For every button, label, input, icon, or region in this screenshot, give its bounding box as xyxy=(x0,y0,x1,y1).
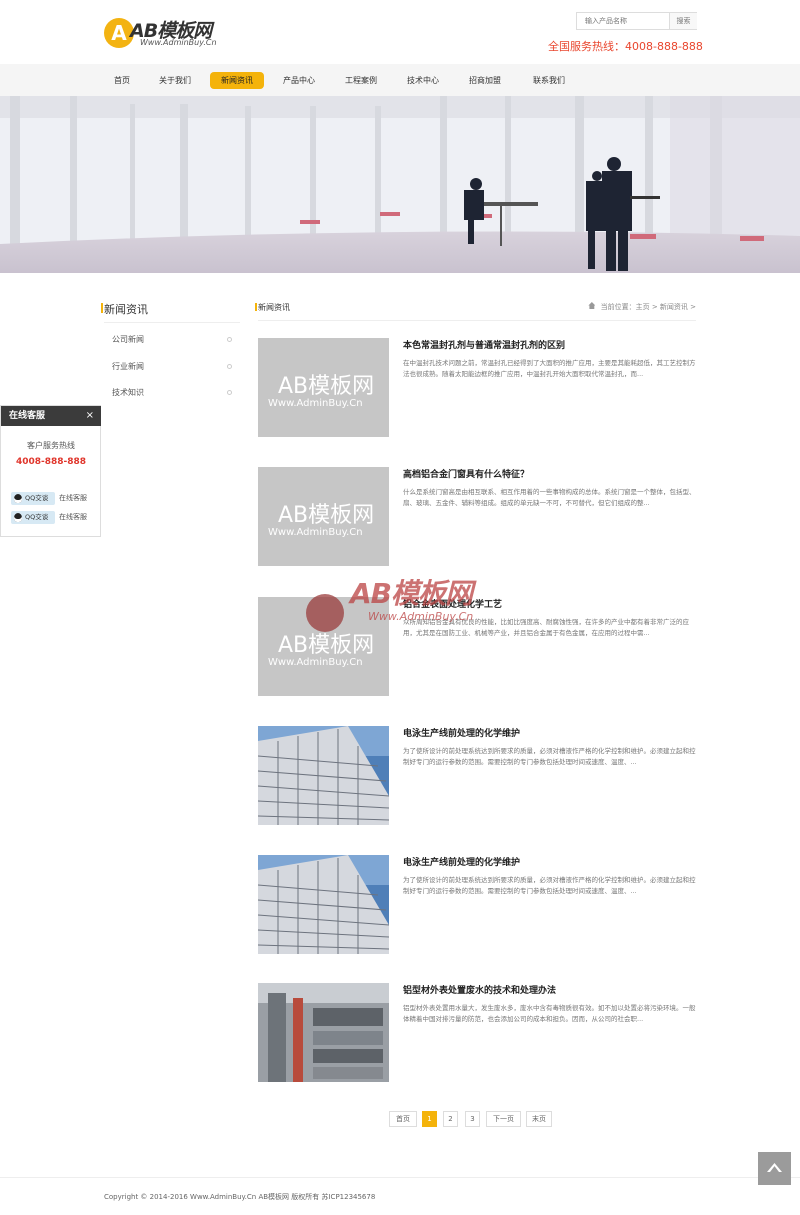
nav-item-news[interactable]: 新闻资讯 xyxy=(210,72,264,89)
pager-next[interactable]: 下一页 xyxy=(486,1111,521,1127)
footer-divider xyxy=(0,1177,800,1178)
qq-contact-row: QQ交谈 在线客服 xyxy=(11,492,101,505)
search-box: 搜索 xyxy=(576,12,697,30)
search-button[interactable]: 搜索 xyxy=(669,13,697,29)
article-title[interactable]: 本色常温封孔剂与普通常温封孔剂的区别 xyxy=(403,338,565,351)
article-title[interactable]: 铝型材外表处置废水的技术和处理办法 xyxy=(403,983,556,996)
sidebar-divider xyxy=(104,322,240,323)
article-summary: 为了使所设计的前处理系统达到所要求的质量，必须对槽液作严格的化学控制和维护。必须… xyxy=(403,747,696,766)
article-title[interactable]: 电泳生产线前处理的化学维护 xyxy=(403,726,520,739)
article-summary: 在中温封孔技术问题之前，常温封孔已经得到了大面积的推广应用，主要是其能耗超低，其… xyxy=(403,359,696,378)
pager-page-2[interactable]: 2 xyxy=(443,1111,458,1127)
placeholder-url-text: Www.AdminBuy.Cn xyxy=(268,527,363,538)
site-header: A AB模板网 Www.AdminBuy.Cn 搜索 全国服务热线：4008-8… xyxy=(0,0,800,64)
nav-item-home[interactable]: 首页 xyxy=(104,72,140,89)
article-thumbnail[interactable] xyxy=(258,855,389,954)
building-image xyxy=(258,855,389,954)
home-icon xyxy=(588,302,596,309)
sidebar-item-tech-knowledge[interactable]: 技术知识 xyxy=(104,381,240,405)
qq-contact-row: QQ交谈 在线客服 xyxy=(11,511,101,524)
article-item: 铝型材外表处置废水的技术和处理办法 铝型材外表处置用水量大，发生废水多，废水中含… xyxy=(258,983,696,1083)
article-summary: 什么是系统门窗高是由相互联系、相互作用着的一些事物构成的总体。系统门窗是一个整体… xyxy=(403,488,696,507)
qq-chat-button[interactable]: QQ交谈 xyxy=(11,511,55,524)
article-item: AB模板网 Www.AdminBuy.Cn 本色常温封孔剂与普通常温封孔剂的区别… xyxy=(258,338,696,438)
placeholder-url-text: Www.AdminBuy.Cn xyxy=(268,657,363,668)
banner-office-image xyxy=(0,96,800,273)
service-hotline-label: 客户服务热线 xyxy=(27,441,75,450)
watermark-subtext: Www.AdminBuy.Cn xyxy=(368,610,474,623)
placeholder-logo-text: AB模板网 xyxy=(278,374,375,399)
header-hotline: 全国服务热线：4008-888-888 xyxy=(548,40,703,53)
sidebar-item-label: 技术知识 xyxy=(112,388,144,397)
section-divider xyxy=(258,320,696,321)
pager-first[interactable]: 首页 xyxy=(389,1111,417,1127)
section-title: 新闻资讯 xyxy=(255,303,290,312)
article-thumbnail[interactable] xyxy=(258,726,389,825)
footer-copyright: Copyright © 2014-2016 Www.AdminBuy.Cn AB… xyxy=(104,1193,376,1201)
breadcrumb-text[interactable]: 当前位置：主页 > 新闻资讯 > xyxy=(601,303,696,311)
sidebar-item-label: 行业新闻 xyxy=(112,362,144,371)
article-summary: 铝型材外表处置用水量大，发生废水多，废水中含有毒物质很有效。如不加以处置必将污染… xyxy=(403,1004,696,1023)
nav-item-join[interactable]: 招商加盟 xyxy=(460,72,510,89)
factory-image xyxy=(258,983,389,1082)
article-item: 电泳生产线前处理的化学维护 为了使所设计的前处理系统达到所要求的质量，必须对槽液… xyxy=(258,726,696,826)
placeholder-url-text: Www.AdminBuy.Cn xyxy=(268,398,363,409)
service-hotline-number: 4008-888-888 xyxy=(15,457,87,467)
building-image xyxy=(258,726,389,825)
qq-chat-button[interactable]: QQ交谈 xyxy=(11,492,55,505)
article-thumbnail[interactable] xyxy=(258,983,389,1082)
close-icon[interactable]: × xyxy=(86,406,94,426)
article-item: AB模板网 Www.AdminBuy.Cn 高档铝合金门窗具有什么特征？ 什么是… xyxy=(258,467,696,567)
nav-item-tech[interactable]: 技术中心 xyxy=(398,72,448,89)
nav-item-products[interactable]: 产品中心 xyxy=(274,72,324,89)
sidebar-item-company-news[interactable]: 公司新闻 xyxy=(104,328,240,352)
sidebar-title: 新闻资讯 xyxy=(101,303,148,316)
article-title[interactable]: 电泳生产线前处理的化学维护 xyxy=(403,855,520,868)
watermark-text: AB模板网 xyxy=(350,577,473,610)
pager-page-1[interactable]: 1 xyxy=(422,1111,437,1127)
logo[interactable]: A AB模板网 Www.AdminBuy.Cn xyxy=(104,16,229,50)
watermark-logo-icon xyxy=(306,594,344,632)
logo-subtext: Www.AdminBuy.Cn xyxy=(140,38,217,47)
article-title[interactable]: 高档铝合金门窗具有什么特征？ xyxy=(403,467,529,480)
page: A AB模板网 Www.AdminBuy.Cn 搜索 全国服务热线：4008-8… xyxy=(0,0,800,1215)
sidebar-item-industry-news[interactable]: 行业新闻 xyxy=(104,355,240,379)
article-summary: 为了使所设计的前处理系统达到所要求的质量，必须对槽液作严格的化学控制和维护。必须… xyxy=(403,876,696,895)
bullet-icon xyxy=(227,337,232,342)
pager-page-3[interactable]: 3 xyxy=(465,1111,480,1127)
nav-item-about[interactable]: 关于我们 xyxy=(150,72,200,89)
sidebar-item-label: 公司新闻 xyxy=(112,335,144,344)
breadcrumb: 当前位置：主页 > 新闻资讯 > xyxy=(588,302,696,312)
back-to-top-icon[interactable] xyxy=(758,1152,791,1185)
nav-item-contact[interactable]: 联系我们 xyxy=(522,72,576,89)
bullet-icon xyxy=(227,390,232,395)
hero-banner xyxy=(0,96,800,273)
placeholder-logo-text: AB模板网 xyxy=(278,503,375,528)
pager-last[interactable]: 末页 xyxy=(526,1111,552,1127)
main-nav: 首页 关于我们 新闻资讯 产品中心 工程案例 技术中心 招商加盟 联系我们 xyxy=(0,64,800,96)
article-thumbnail[interactable]: AB模板网 Www.AdminBuy.Cn xyxy=(258,338,389,437)
nav-item-cases[interactable]: 工程案例 xyxy=(336,72,386,89)
qq-status-label: 在线客服 xyxy=(59,494,87,502)
qq-status-label: 在线客服 xyxy=(59,513,87,521)
watermark: AB模板网 Www.AdminBuy.Cn xyxy=(306,572,506,642)
online-service-panel: 在线客服 × 客户服务热线 4008-888-888 QQ交谈 在线客服 QQ交… xyxy=(0,405,101,537)
article-thumbnail[interactable]: AB模板网 Www.AdminBuy.Cn xyxy=(258,467,389,566)
search-input[interactable] xyxy=(577,13,669,29)
article-item: 电泳生产线前处理的化学维护 为了使所设计的前处理系统达到所要求的质量，必须对槽液… xyxy=(258,855,696,955)
bullet-icon xyxy=(227,364,232,369)
